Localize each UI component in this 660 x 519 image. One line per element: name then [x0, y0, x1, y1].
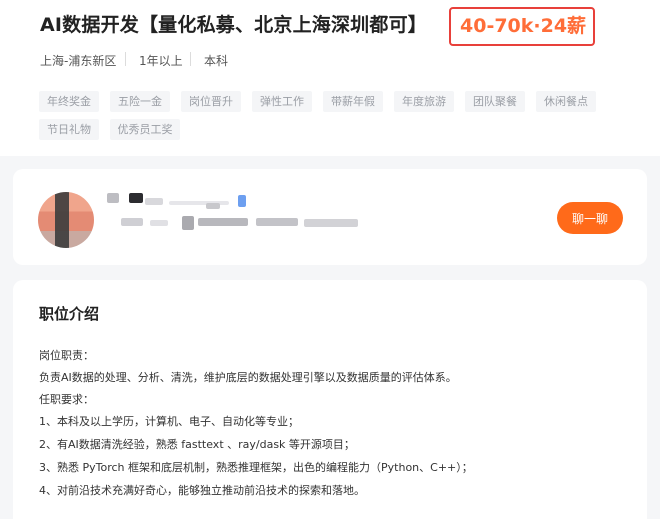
salary-label: 40-70k·24薪 [460, 15, 587, 37]
benefit-tag: 优秀员工奖 [110, 119, 180, 140]
description-line: 任职要求： [39, 393, 94, 406]
benefit-tag: 带薪年假 [323, 91, 383, 112]
benefit-tag: 弹性工作 [252, 91, 312, 112]
description-line: 1、本科及以上学历，计算机、电子、自动化等专业； [39, 415, 299, 428]
benefit-tag: 岗位晋升 [181, 91, 241, 112]
description-line: 负责AI数据的处理、分析、清洗，维护底层的数据处理引擎以及数据质量的评估体系。 [39, 371, 457, 384]
benefit-tag: 年终奖金 [39, 91, 99, 112]
recruiter-avatar [38, 192, 94, 248]
benefit-tag: 团队聚餐 [465, 91, 525, 112]
education-label: 本科 [204, 54, 229, 68]
recruiter-card [13, 169, 647, 265]
description-line: 3、熟悉 PyTorch 框架和底层机制，熟悉推理框架，出色的编程能力（Pyth… [39, 461, 473, 474]
description-line: 岗位职责： [39, 349, 94, 362]
job-title: AI数据开发【量化私募、北京上海深圳都可】 [40, 14, 427, 36]
description-line: 4、对前沿技术充满好奇心，能够独立推动前沿技术的探索和落地。 [39, 484, 365, 497]
benefit-tag: 年度旅游 [394, 91, 454, 112]
benefit-tag: 节日礼物 [39, 119, 99, 140]
experience-label: 1年以上 [139, 54, 183, 68]
section-title: 职位介绍 [39, 305, 100, 323]
benefit-tag: 休闲餐点 [536, 91, 596, 112]
chat-button[interactable]: 聊一聊 [557, 202, 623, 234]
benefit-tag: 五险一金 [110, 91, 170, 112]
location-label: 上海-浦东新区 [40, 54, 117, 68]
meta-divider [190, 52, 191, 66]
meta-divider [125, 52, 126, 66]
description-line: 2、有AI数据清洗经验，熟悉 fasttext 、ray/dask 等开源项目； [39, 438, 355, 451]
